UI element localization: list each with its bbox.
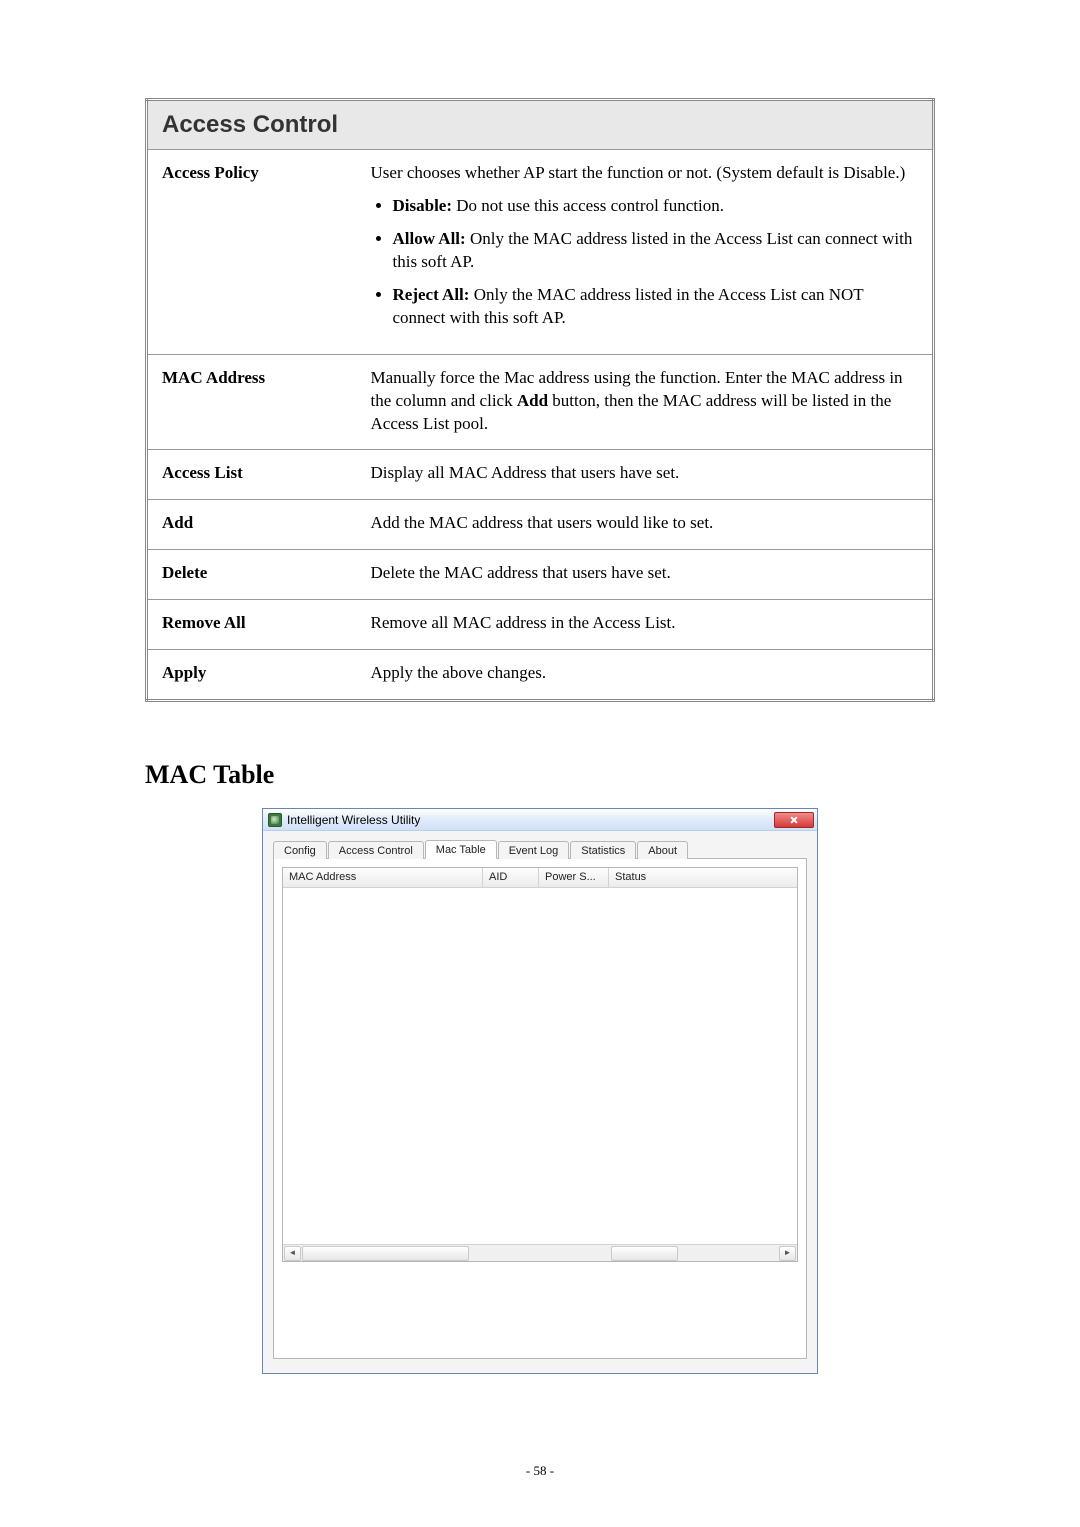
row-label-access-policy: Access Policy <box>147 150 357 355</box>
row-label-add: Add <box>147 500 357 550</box>
access-policy-intro: User chooses whether AP start the functi… <box>371 162 919 185</box>
item-name: Reject All: <box>393 285 470 304</box>
tab-access-control[interactable]: Access Control <box>328 841 424 859</box>
scroll-right-icon[interactable]: ► <box>779 1246 796 1261</box>
row-label-remove-all: Remove All <box>147 600 357 650</box>
tab-config[interactable]: Config <box>273 841 327 859</box>
scroll-thumb-track[interactable] <box>302 1246 778 1261</box>
row-label-mac-address: MAC Address <box>147 354 357 450</box>
dialog-titlebar[interactable]: Intelligent Wireless Utility <box>263 809 817 831</box>
list-item: Disable: Do not use this access control … <box>393 195 919 218</box>
access-policy-list: Disable: Do not use this access control … <box>371 195 919 330</box>
mac-table-heading: MAC Table <box>145 760 935 790</box>
dialog-body: Config Access Control Mac Table Event Lo… <box>263 831 817 1373</box>
access-control-table: Access Control Access Policy User choose… <box>145 98 935 702</box>
row-label-access-list: Access List <box>147 450 357 500</box>
page-number: - 58 - <box>0 1463 1080 1479</box>
col-aid[interactable]: AID <box>483 868 539 887</box>
row-desc-add: Add the MAC address that users would lik… <box>357 500 934 550</box>
tab-statistics[interactable]: Statistics <box>570 841 636 859</box>
scroll-left-icon[interactable]: ◄ <box>284 1246 301 1261</box>
col-power-s[interactable]: Power S... <box>539 868 609 887</box>
row-label-delete: Delete <box>147 550 357 600</box>
dialog-title: Intelligent Wireless Utility <box>287 813 774 827</box>
dialog-window: Intelligent Wireless Utility Config Acce… <box>262 808 818 1374</box>
item-text: Only the MAC address listed in the Acces… <box>393 229 913 271</box>
row-desc-access-policy: User chooses whether AP start the functi… <box>357 150 934 355</box>
row-desc-mac-address: Manually force the Mac address using the… <box>357 354 934 450</box>
list-item: Reject All: Only the MAC address listed … <box>393 284 919 330</box>
row-desc-delete: Delete the MAC address that users have s… <box>357 550 934 600</box>
item-text: Do not use this access control function. <box>452 196 724 215</box>
tab-page: MAC Address AID Power S... Status ◄ ► <box>273 859 807 1359</box>
mac-table-listview[interactable]: MAC Address AID Power S... Status ◄ ► <box>282 867 798 1262</box>
row-desc-access-list: Display all MAC Address that users have … <box>357 450 934 500</box>
listview-body <box>283 888 797 1244</box>
tab-about[interactable]: About <box>637 841 688 859</box>
tab-strip: Config Access Control Mac Table Event Lo… <box>273 837 807 859</box>
item-name: Allow All: <box>393 229 466 248</box>
row-desc-apply: Apply the above changes. <box>357 650 934 701</box>
horizontal-scrollbar[interactable]: ◄ ► <box>283 1244 797 1261</box>
tab-mac-table[interactable]: Mac Table <box>425 840 497 859</box>
section-header-cell: Access Control <box>147 100 934 150</box>
col-status[interactable]: Status <box>609 868 787 887</box>
list-item: Allow All: Only the MAC address listed i… <box>393 228 919 274</box>
app-icon <box>268 813 282 827</box>
row-desc-remove-all: Remove all MAC address in the Access Lis… <box>357 600 934 650</box>
item-name: Disable: <box>393 196 453 215</box>
col-mac-address[interactable]: MAC Address <box>283 868 483 887</box>
scroll-thumb-2[interactable] <box>611 1246 678 1261</box>
scroll-thumb-1[interactable] <box>302 1246 469 1261</box>
row-label-apply: Apply <box>147 650 357 701</box>
mac-text-bold: Add <box>517 391 548 410</box>
section-title: Access Control <box>162 111 338 138</box>
close-icon[interactable] <box>774 812 814 828</box>
tab-event-log[interactable]: Event Log <box>498 841 570 859</box>
listview-header: MAC Address AID Power S... Status <box>283 868 797 888</box>
